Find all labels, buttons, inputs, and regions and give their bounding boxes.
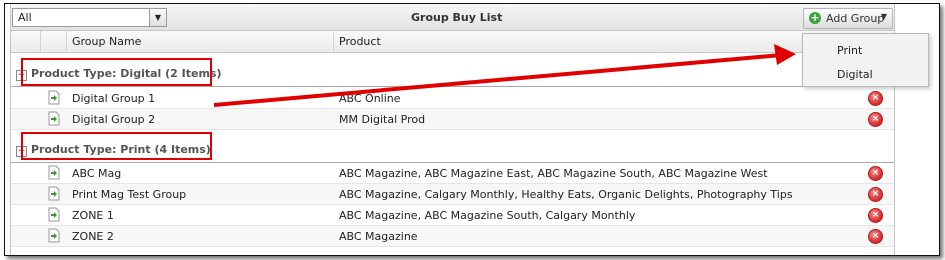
annotation-arrow-line <box>213 53 783 107</box>
annotation-arrow <box>213 44 796 107</box>
annotation-arrow-head <box>774 44 796 65</box>
